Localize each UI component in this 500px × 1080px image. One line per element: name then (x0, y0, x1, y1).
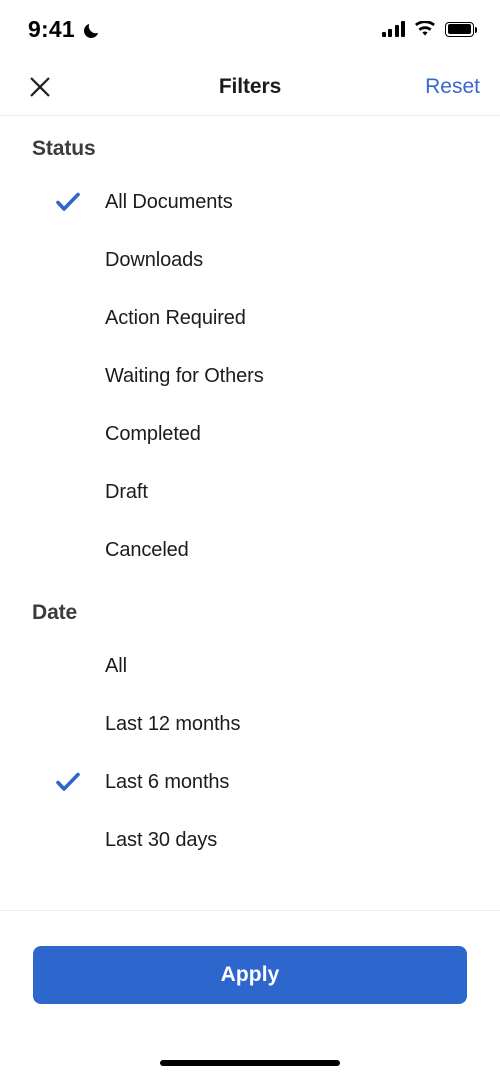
checkmark-icon (55, 769, 81, 795)
section-header-date: Date (32, 601, 78, 624)
option-label: Last 30 days (105, 828, 218, 851)
footer-bar: Apply (0, 910, 500, 1080)
status-bar-left: 9:41 (28, 16, 101, 43)
option-canceled[interactable]: Canceled (0, 521, 500, 579)
option-draft[interactable]: Draft (0, 463, 500, 521)
navigation-bar: Filters Reset (0, 58, 500, 173)
filter-section-date: Date All Last 12 months Last 6 months La… (0, 601, 500, 869)
option-completed[interactable]: Completed (0, 405, 500, 463)
status-option-list: All Documents Downloads Action Required … (0, 173, 500, 579)
option-last-30-days[interactable]: Last 30 days (0, 811, 500, 869)
option-downloads[interactable]: Downloads (0, 231, 500, 289)
option-label: All Documents (105, 190, 233, 213)
status-bar: 9:41 (0, 0, 500, 58)
option-label: All (105, 654, 127, 677)
option-all-documents[interactable]: All Documents (0, 173, 500, 231)
option-last-6-months[interactable]: Last 6 months (0, 753, 500, 811)
filter-section-status: Status All Documents Downloads Action Re… (0, 137, 500, 579)
option-label: Waiting for Others (105, 364, 264, 387)
option-waiting-for-others[interactable]: Waiting for Others (0, 347, 500, 405)
option-label: Canceled (105, 538, 189, 561)
cellular-signal-icon (381, 21, 405, 37)
section-header-status: Status (32, 137, 96, 160)
crescent-moon-icon (82, 21, 101, 40)
option-label: Last 6 months (105, 770, 230, 793)
option-all[interactable]: All (0, 637, 500, 695)
option-label: Downloads (105, 248, 204, 271)
battery-full-icon (445, 21, 478, 37)
option-label: Action Required (105, 306, 246, 329)
status-bar-right (381, 19, 478, 38)
date-option-list: All Last 12 months Last 6 months Last 30… (0, 637, 500, 869)
wifi-icon (414, 19, 436, 38)
status-bar-time: 9:41 (28, 15, 75, 42)
home-indicator (160, 1060, 340, 1066)
option-label: Last 12 months (105, 712, 241, 735)
filters-screen: 9:41 Filters Reset Status All Documents … (0, 0, 500, 1080)
option-label: Completed (105, 422, 201, 445)
filters-content: Status All Documents Downloads Action Re… (0, 117, 500, 910)
checkmark-icon (55, 189, 81, 215)
apply-button[interactable]: Apply (33, 946, 467, 1004)
option-label: Draft (105, 480, 148, 503)
option-last-12-months[interactable]: Last 12 months (0, 695, 500, 753)
option-action-required[interactable]: Action Required (0, 289, 500, 347)
reset-button[interactable]: Reset (425, 75, 480, 99)
